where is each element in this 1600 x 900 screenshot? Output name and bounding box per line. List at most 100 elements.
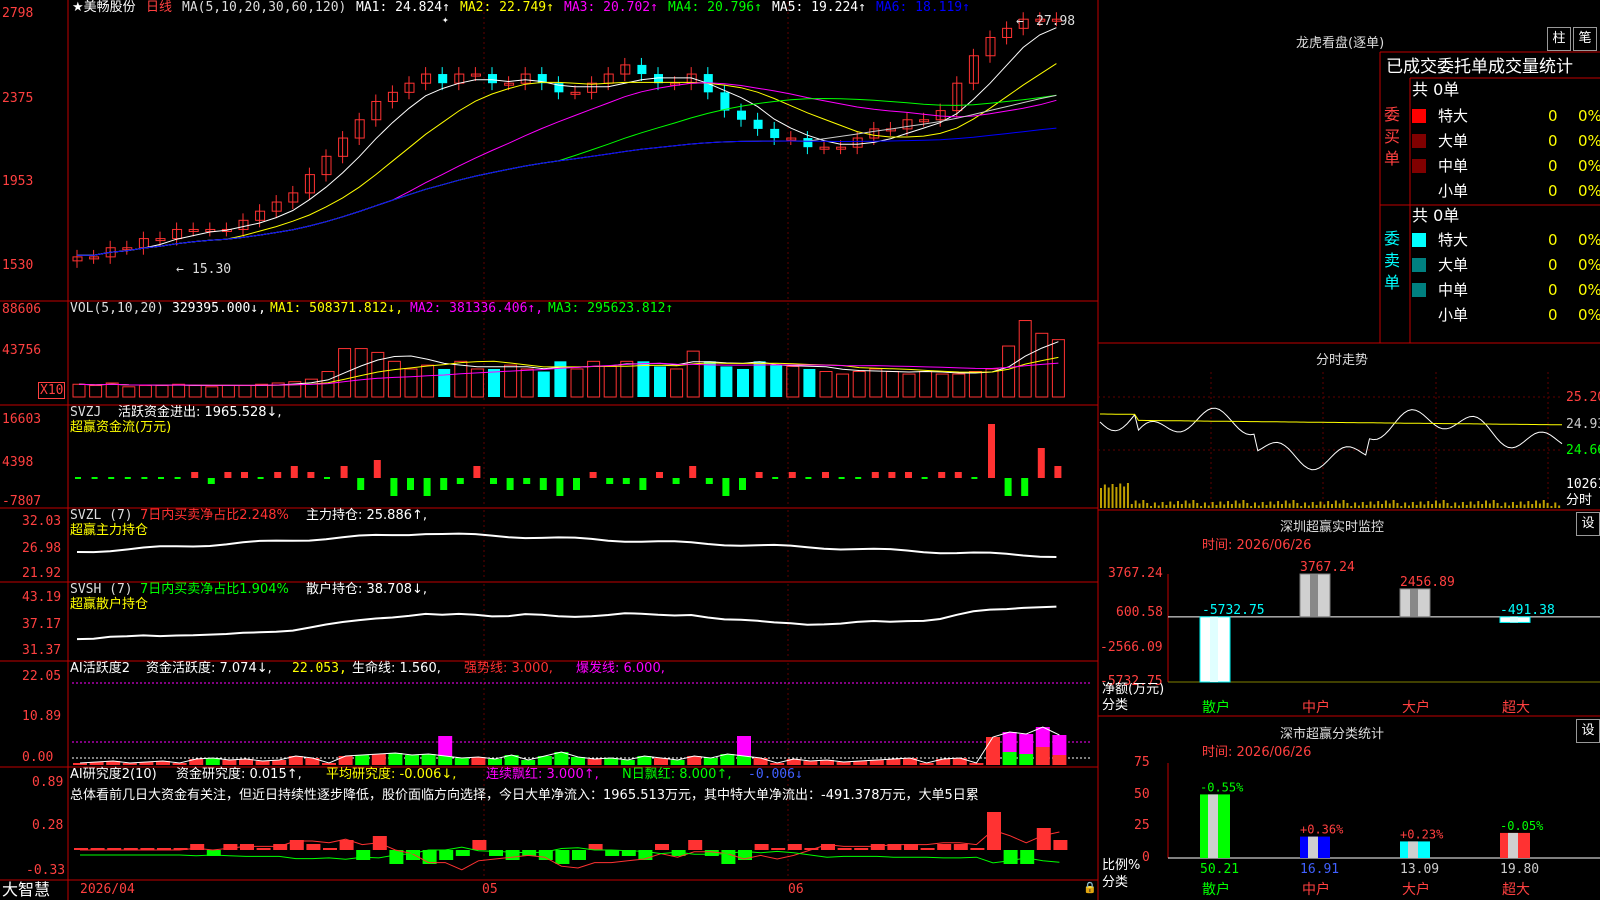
volume-bar: [421, 364, 435, 398]
flow-bar: [838, 477, 845, 479]
flow-bar: [1021, 478, 1029, 496]
volume-bar: [404, 368, 418, 398]
ai2-text1: 资金研究度: 0.015↑,: [176, 767, 302, 782]
volume-bar: [985, 368, 999, 398]
intraday-volume-bar: [1296, 503, 1299, 508]
class-change-label: -0.55%: [1200, 780, 1244, 794]
flow-bar: [523, 478, 531, 484]
volume-bar: [968, 371, 982, 398]
intraday-volume-bar: [1450, 506, 1453, 508]
order-size-swatch-icon: [1412, 109, 1426, 123]
intraday-volume-bar: [1492, 500, 1495, 508]
intraday-volume-bar: [1354, 502, 1357, 508]
svsh-tick: 43.19: [22, 590, 62, 605]
date-label: 06: [788, 882, 804, 897]
fenshi-price: 24.66: [1566, 443, 1600, 458]
axis-tick-label: -2566.09: [1100, 640, 1163, 655]
intraday-volume-bar: [1257, 505, 1260, 508]
order-size-swatch-icon: [1412, 233, 1426, 247]
pen-view-button[interactable]: 笔: [1573, 27, 1597, 51]
order-count: 0: [1548, 281, 1558, 299]
axis-tick-label: 600.58: [1116, 605, 1163, 620]
class-ylabel: 比例%: [1102, 858, 1141, 873]
stock-name[interactable]: ★美畅股份: [72, 0, 136, 15]
research-bar: [655, 844, 669, 850]
intraday-avg-line: [1100, 413, 1562, 426]
activity-bar: [803, 761, 818, 765]
class-change-label: -0.05%: [1500, 819, 1544, 833]
flow-bar: [1054, 466, 1062, 478]
volume-bar: [438, 368, 451, 397]
sz-class-settings-button[interactable]: 设: [1576, 719, 1600, 743]
intraday-volume-bar: [1361, 502, 1364, 508]
order-percent: 0%: [1578, 157, 1600, 175]
sz-monitor-settings-button[interactable]: 设: [1576, 512, 1600, 536]
volume-bar: [354, 348, 368, 398]
intraday-volume-bar: [1496, 503, 1499, 508]
ai1-tick: 0.00: [22, 750, 54, 765]
order-count: 0: [1548, 182, 1558, 200]
flow-bar: [639, 478, 647, 490]
order-count: 0: [1548, 132, 1558, 150]
date-label: 2026/04: [80, 882, 135, 897]
intraday-volume-bar: [1469, 501, 1472, 508]
flow-bar: [241, 472, 248, 478]
flow-bar: [1037, 448, 1045, 478]
monitor-ylabel: 净额(万元): [1102, 682, 1165, 697]
research-bar: [439, 850, 454, 860]
monitor-category-label: 大户: [1402, 699, 1430, 716]
research-bar: [356, 850, 371, 860]
order-percent: 0%: [1578, 182, 1600, 200]
bar-view-button[interactable]: 柱: [1547, 27, 1571, 51]
order-size-name: 中单: [1438, 281, 1469, 299]
activity-bar: [587, 759, 602, 765]
flow-bar: [589, 472, 597, 478]
flow-bar: [124, 477, 131, 479]
order-count: 0: [1548, 306, 1558, 324]
flow-bar: [257, 477, 264, 479]
activity-bar: [737, 756, 751, 765]
flow-bar: [141, 477, 148, 479]
volume-bar: [72, 383, 86, 398]
intraday-volume-bar: [1327, 501, 1330, 508]
axis-tick-label: 0: [1142, 850, 1150, 865]
intraday-volume-bar: [1304, 502, 1307, 508]
svzl-tick: 21.92: [22, 566, 62, 581]
period-label[interactable]: 日线: [146, 0, 172, 15]
intraday-volume-bar: [1134, 500, 1137, 508]
research-bar: [721, 850, 736, 864]
volume-bar: [221, 385, 235, 398]
candle-body: [720, 92, 730, 111]
intraday-volume-bar: [1538, 503, 1541, 508]
activity-bar: [488, 759, 502, 765]
price-tick-top: 2798: [2, 6, 34, 21]
svzj-tick: -7807: [2, 494, 42, 509]
high-price-label: 27.98: [1036, 14, 1076, 29]
research-bar: [555, 850, 570, 864]
ma-line: [77, 27, 1057, 256]
research-bar: [771, 848, 786, 850]
volume-bar: [753, 361, 766, 397]
ai2-tick: 0.28: [32, 818, 64, 833]
lock-icon[interactable]: 🔒: [1083, 880, 1097, 895]
ma-value: MA5: 19.224↑: [772, 0, 866, 15]
volume-bar: [172, 383, 186, 398]
flow-bar: [888, 472, 896, 478]
lhb-subtitle: 已成交委托单成交量统计: [1386, 57, 1573, 77]
volume-bar: [89, 385, 103, 398]
intraday-volume-bar: [1488, 503, 1491, 508]
intraday-volume-bar: [1396, 503, 1399, 508]
flow-bar: [75, 477, 81, 479]
flow-bar: [556, 478, 564, 496]
intraday-volume-bar: [1523, 504, 1526, 508]
activity-bar: [421, 754, 436, 765]
intraday-volume-bar: [1269, 501, 1272, 508]
volume-ma-line: [78, 341, 1059, 386]
intraday-volume-bar: [1250, 506, 1253, 508]
volume-bar: [885, 371, 899, 398]
axis-tick-label: 50: [1134, 786, 1150, 802]
volume-bar: [454, 360, 468, 398]
order-size-name: 小单: [1438, 306, 1469, 324]
ai2-tick: -0.33: [26, 863, 66, 878]
svzj-label: SVZJ: [70, 405, 102, 420]
